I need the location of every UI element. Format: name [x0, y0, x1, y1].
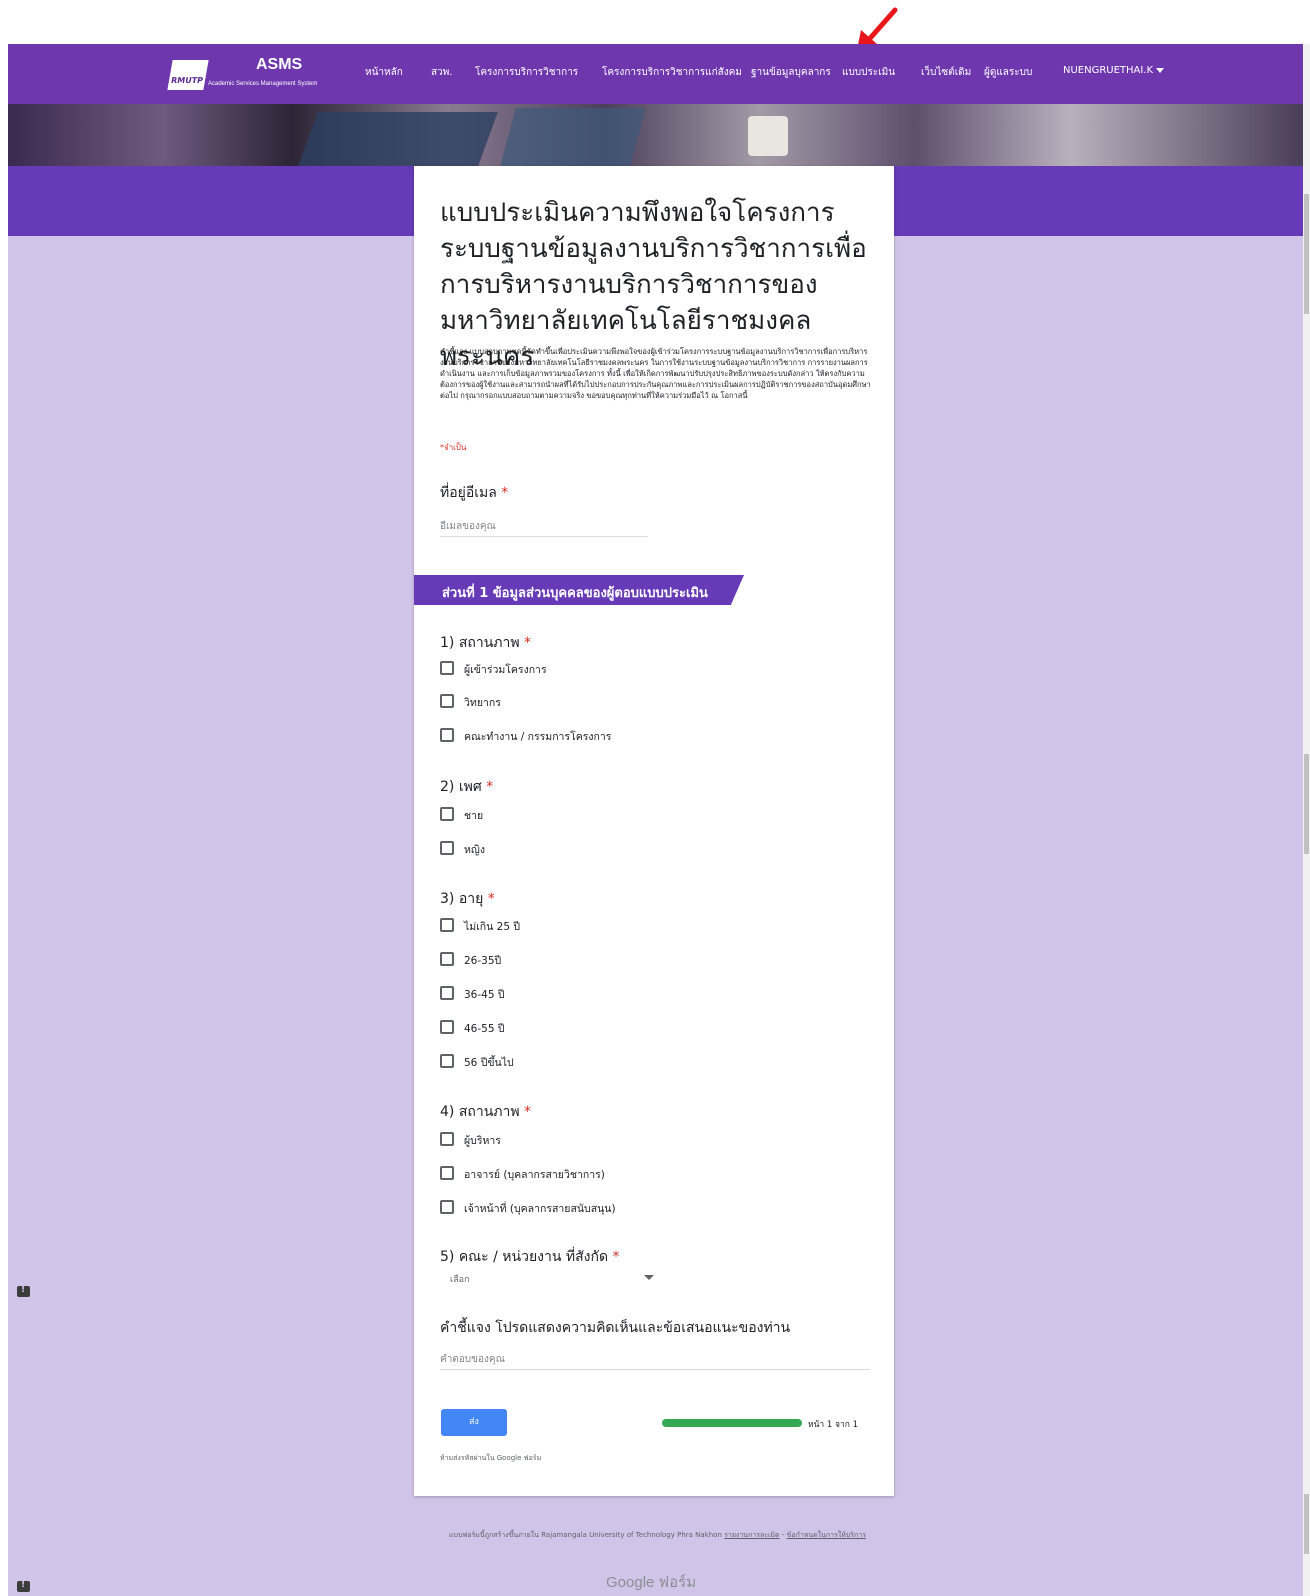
checkbox[interactable] — [440, 694, 454, 708]
progress-bar — [662, 1419, 802, 1427]
nav-item-academic-services[interactable]: โครงการบริการวิชาการ — [475, 65, 578, 80]
terms-link[interactable]: ข้อกำหนดในการให้บริการ — [787, 1531, 866, 1539]
comment-input[interactable]: คำตอบของคุณ — [440, 1352, 870, 1370]
checkbox[interactable] — [440, 841, 454, 855]
checkbox[interactable] — [440, 986, 454, 1000]
checkbox[interactable] — [440, 952, 454, 966]
report-abuse-link[interactable]: รายงานการละเมิด — [724, 1531, 779, 1539]
scrollbar[interactable] — [1303, 44, 1310, 1596]
checkbox[interactable] — [440, 1200, 454, 1214]
nav-item-evaluation[interactable]: แบบประเมิน — [842, 65, 895, 80]
checkbox[interactable] — [440, 1132, 454, 1146]
feedback-icon[interactable] — [17, 1580, 30, 1592]
checkbox[interactable] — [440, 807, 454, 821]
site-logo[interactable]: RMUTP ASMS Academic Services Management … — [167, 54, 350, 94]
google-forms-logo[interactable]: Google ฟอร์ม — [606, 1570, 696, 1594]
header-photo — [8, 104, 1303, 166]
scrollbar-thumb[interactable] — [1304, 1494, 1309, 1554]
logo-title: ASMS — [256, 56, 303, 73]
nav-item-admin[interactable]: ผู้ดูแลระบบ — [984, 65, 1032, 80]
scrollbar-thumb[interactable] — [1304, 754, 1309, 854]
q4-label: 4) สถานภาพ * — [440, 1104, 532, 1120]
scrollbar-thumb[interactable] — [1304, 194, 1309, 314]
email-label: ที่อยู่อีเมล * — [440, 485, 509, 501]
nav-item-user-menu[interactable]: NUENGRUETHAI.K — [1063, 65, 1165, 76]
q3-label: 3) อายุ * — [440, 891, 495, 907]
feedback-icon[interactable] — [17, 1285, 30, 1297]
q6-label: คำชี้แจง โปรดแสดงความคิดเห็นและข้อเสนอแน… — [440, 1320, 791, 1336]
logo-subtitle: Academic Services Management System — [208, 81, 318, 87]
checkbox[interactable] — [440, 1054, 454, 1068]
form-description: คำชี้แจง แบบสอบถามชุดนี้จัดทำขึ้นเพื่อปร… — [440, 347, 871, 400]
form-footer: แบบฟอร์มนี้ถูกสร้างขึ้นภายใน Rajamangala… — [448, 1531, 866, 1539]
nav-item-research-office[interactable]: สวพ. — [431, 65, 453, 80]
faculty-select[interactable]: เลือก — [440, 1270, 655, 1286]
nav-item-personnel-database[interactable]: ฐานข้อมูลบุคลากร — [751, 65, 831, 80]
section-1-header: ส่วนที่ 1 ข้อมูลส่วนบุคคลของผู้ตอบแบบประ… — [414, 575, 744, 605]
q1-label: 1) สถานภาพ * — [440, 635, 532, 651]
page-indicator: หน้า 1 จาก 1 — [808, 1420, 859, 1430]
checkbox[interactable] — [440, 728, 454, 742]
rmutp-logo-mark: RMUTP — [167, 60, 209, 90]
nav-item-community-services[interactable]: โครงการบริการวิชาการแก่สังคม — [602, 65, 742, 80]
dropdown-caret-icon — [1156, 67, 1165, 73]
checkbox[interactable] — [440, 918, 454, 932]
email-input[interactable]: อีเมลของคุณ — [440, 519, 648, 537]
q2-label: 2) เพศ * — [440, 779, 494, 795]
checkbox[interactable] — [440, 1166, 454, 1180]
nav-item-old-website[interactable]: เว็บไซต์เดิม — [921, 65, 971, 80]
nav-item-home[interactable]: หน้าหลัก — [365, 65, 403, 80]
checkbox[interactable] — [440, 1020, 454, 1034]
select-arrow-icon — [644, 1275, 654, 1280]
checkbox[interactable] — [440, 661, 454, 675]
progress-fill — [662, 1419, 802, 1427]
password-warning: ห้ามส่งรหัสผ่านใน Google ฟอร์ม — [440, 1454, 542, 1462]
submit-button[interactable]: ส่ง — [441, 1409, 507, 1436]
q5-label: 5) คณะ / หน่วยงาน ที่สังกัด * — [440, 1249, 620, 1265]
site-header: RMUTP ASMS Academic Services Management … — [8, 44, 1303, 166]
page-canvas: RMUTP ASMS Academic Services Management … — [0, 0, 1310, 1596]
required-note: *จำเป็น — [440, 443, 467, 452]
